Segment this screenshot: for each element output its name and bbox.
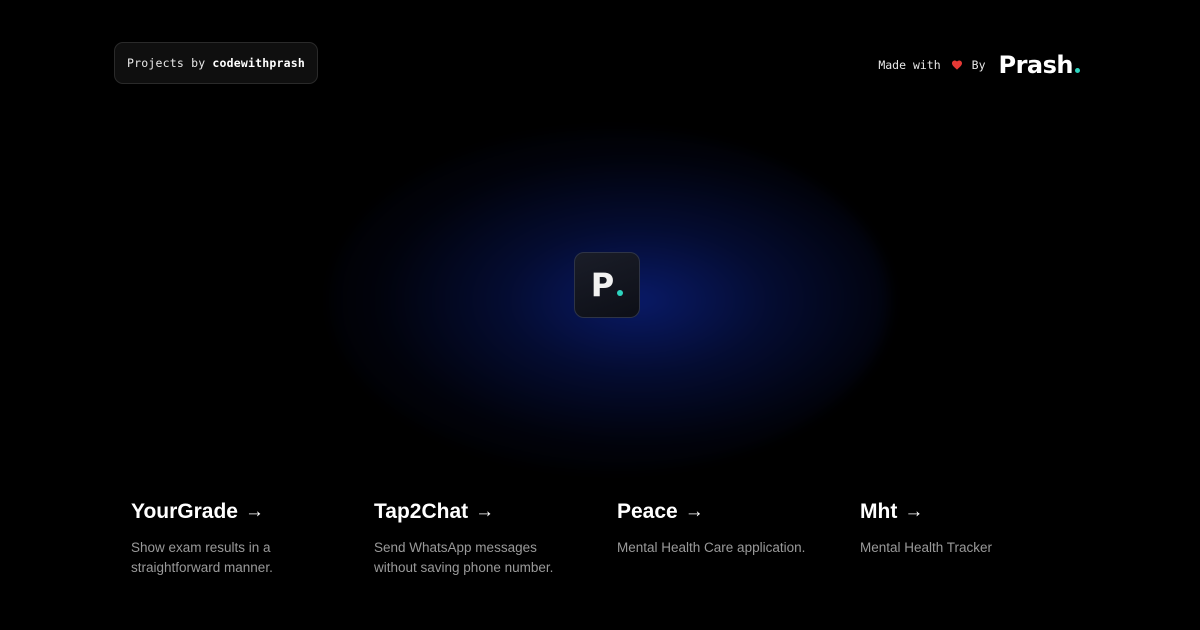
project-card[interactable]: Peace → Mental Health Care application. — [617, 498, 827, 558]
project-description: Send WhatsApp messages without saving ph… — [374, 540, 554, 575]
logo-mark: P — [590, 266, 624, 304]
arrow-right-icon: → — [684, 501, 704, 522]
project-description: Mental Health Tracker — [860, 540, 993, 555]
badge-prefix: Projects by — [127, 56, 206, 70]
brand-logo[interactable]: Prash — [998, 51, 1080, 79]
project-card[interactable]: YourGrade → Show exam results in a strai… — [131, 498, 341, 578]
logo-letter: P — [590, 266, 615, 304]
badge-handle: codewithprash — [212, 56, 305, 70]
project-title: Tap2Chat — [374, 500, 469, 523]
project-title-link[interactable]: Tap2Chat → — [374, 498, 584, 526]
project-card[interactable]: Tap2Chat → Send WhatsApp messages withou… — [374, 498, 584, 578]
arrow-right-icon: → — [475, 501, 495, 522]
by-text: By — [971, 58, 986, 72]
logo-dot-icon — [617, 290, 624, 296]
project-description: Mental Health Care application. — [617, 540, 806, 555]
projects-by-badge[interactable]: Projects by codewithprash — [114, 42, 318, 84]
brand-dot-icon — [1075, 68, 1080, 73]
arrow-right-icon: → — [244, 501, 264, 522]
project-list: YourGrade → Show exam results in a strai… — [131, 498, 1131, 588]
made-with-text: Made with — [878, 58, 941, 72]
project-title: Peace — [617, 500, 678, 523]
heart-icon — [951, 59, 963, 71]
project-title-link[interactable]: Mht → — [860, 498, 1070, 526]
made-with-credit: Made with By Prash — [878, 48, 1080, 82]
project-title-link[interactable]: YourGrade → — [131, 498, 341, 526]
project-card[interactable]: Mht → Mental Health Tracker — [860, 498, 1070, 558]
project-title: YourGrade — [131, 500, 238, 523]
brand-name: Prash — [998, 51, 1074, 79]
project-title: Mht — [860, 500, 898, 523]
project-description: Show exam results in a straightforward m… — [131, 540, 273, 575]
project-title-link[interactable]: Peace → — [617, 498, 827, 526]
arrow-right-icon: → — [904, 501, 924, 522]
app-logo-tile: P — [574, 252, 640, 318]
